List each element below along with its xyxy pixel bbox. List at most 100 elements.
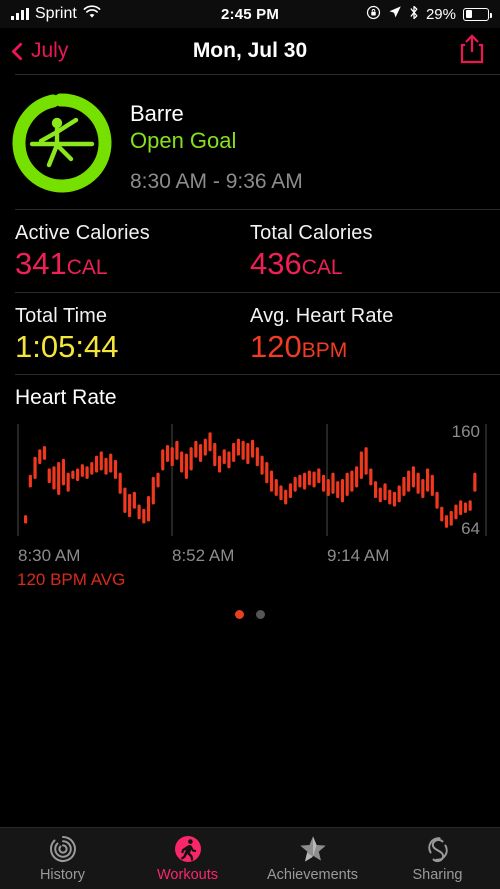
chart-range-bar [165, 445, 170, 463]
metric-label: Active Calories [15, 222, 150, 244]
chevron-left-icon [11, 41, 30, 61]
chart-range-bar [449, 510, 453, 526]
chart-range-bar [440, 506, 444, 522]
back-button-label: July [31, 39, 69, 62]
chart-range-bar [38, 449, 42, 465]
chart-range-bar [47, 468, 51, 484]
chart-range-bar [208, 432, 212, 452]
chart-range-bar [52, 466, 56, 490]
tab-sharing[interactable]: Sharing [375, 834, 500, 883]
chart-range-bar [307, 470, 311, 486]
chart-range-bar [104, 457, 108, 475]
metric-total-calories: Total Calories 436CAL [250, 222, 485, 281]
chart-range-bar [180, 451, 184, 473]
heart-rate-chart-section[interactable]: Heart Rate 160 64 8:30 AM 8:52 AM 9:14 AM 1… [0, 375, 500, 590]
chart-range-bar [435, 491, 439, 509]
chart-range-bar [161, 449, 165, 471]
page-dot[interactable] [256, 610, 265, 620]
chart-range-bar [473, 472, 477, 492]
metric-number: 1:05:44 [15, 328, 119, 364]
chart-range-bar [284, 489, 288, 505]
chart-range-bar [222, 449, 226, 465]
status-bar-left: Sprint [11, 4, 101, 24]
chart-range-bar [99, 451, 103, 471]
workout-header: Barre Open Goal 8:30 AM - 9:36 AM [0, 75, 500, 209]
chart-range-bar [355, 466, 359, 488]
chart-average-annotation: 120 BPM AVG [17, 570, 126, 590]
share-button[interactable] [458, 33, 486, 70]
chart-range-bar [137, 504, 141, 520]
tab-label: Workouts [157, 867, 218, 883]
chart-range-bar [232, 442, 236, 463]
chart-range-bar [369, 468, 373, 486]
chart-range-bar [251, 439, 255, 458]
achievements-star-icon [298, 834, 328, 864]
metric-value: 436CAL [250, 247, 485, 281]
chart-range-bar [189, 447, 193, 471]
chart-range-bar [303, 472, 307, 490]
chart-x-axis-labels: 8:30 AM 8:52 AM 9:14 AM [0, 546, 500, 568]
page-title: Mon, Jul 30 [192, 39, 308, 62]
heart-rate-chart: 160 64 [0, 418, 500, 544]
metric-total-time: Total Time 1:05:44 [15, 305, 250, 364]
chart-title: Heart Rate [15, 386, 117, 410]
tab-achievements[interactable]: Achievements [250, 834, 375, 883]
chart-range-bar [430, 474, 434, 497]
chart-range-bar [298, 474, 302, 488]
chart-range-bar [203, 438, 207, 456]
chart-range-bar [459, 500, 463, 516]
chart-range-bar [340, 479, 345, 503]
tab-history[interactable]: History [0, 834, 125, 883]
chart-range-bar [118, 472, 122, 494]
chart-y-max-label: 160 [452, 422, 480, 441]
metric-unit: CAL [66, 256, 108, 279]
tab-workouts[interactable]: Workouts [125, 834, 250, 883]
chart-range-bar [61, 458, 66, 486]
chart-range-bar [142, 508, 146, 524]
metric-value: 341CAL [15, 247, 250, 281]
chart-range-bar [463, 502, 468, 514]
page-dot[interactable] [235, 610, 244, 620]
cellular-bars-icon [11, 8, 29, 20]
chart-x-tick-label: 9:14 AM [327, 546, 390, 566]
chart-range-bar [274, 479, 278, 497]
workout-meta: Barre Open Goal 8:30 AM - 9:36 AM [130, 89, 303, 194]
metric-avg-heart-rate: Avg. Heart Rate 120BPM [250, 305, 485, 364]
history-spiral-icon [48, 834, 78, 864]
back-button[interactable]: July [11, 39, 69, 63]
chart-range-bar [170, 447, 174, 467]
chart-range-bar [123, 487, 127, 514]
sharing-s-icon [423, 834, 453, 864]
chart-range-bar [109, 453, 113, 473]
chart-range-bar [397, 485, 401, 503]
chart-range-bar [265, 462, 269, 484]
chart-range-bar [213, 442, 217, 467]
chart-range-bar [246, 442, 250, 465]
page-indicator[interactable] [0, 590, 500, 620]
chart-range-bar [331, 472, 335, 494]
metric-label: Total Time [15, 304, 108, 327]
chart-range-bar [326, 479, 330, 497]
rotation-lock-icon [366, 5, 381, 24]
chart-range-bar [198, 444, 203, 463]
location-arrow-icon [388, 5, 402, 23]
chart-range-bar [421, 479, 425, 499]
chart-range-bar [293, 476, 297, 492]
chart-range-bar [217, 455, 222, 473]
chart-range-bar [24, 515, 28, 524]
chart-range-bar [151, 476, 155, 505]
chart-range-bar [66, 472, 70, 492]
chart-range-bar [288, 483, 293, 499]
chart-range-bar [184, 453, 188, 480]
chart-range-bar [364, 447, 368, 475]
chart-range-bar [128, 493, 132, 518]
metric-label: Total Calories [250, 222, 373, 244]
chart-range-bar [227, 451, 231, 469]
metric-value: 1:05:44 [15, 328, 250, 364]
chart-range-bar [94, 455, 99, 473]
chart-range-bar [321, 474, 326, 492]
workouts-runner-icon [173, 834, 203, 864]
chart-range-bar [279, 485, 283, 501]
chart-range-bar [411, 466, 415, 488]
